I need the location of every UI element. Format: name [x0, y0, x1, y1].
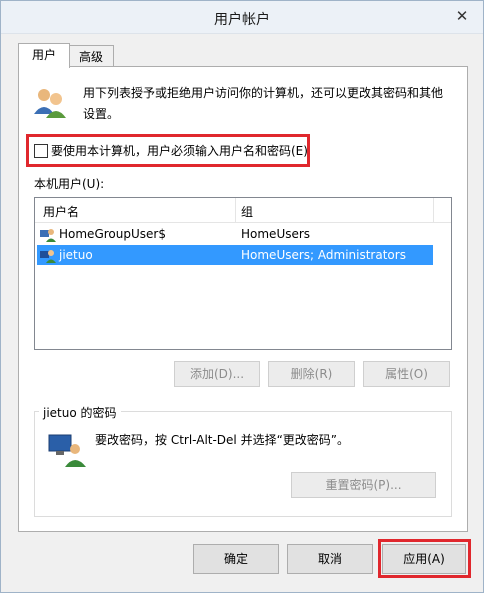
password-group-title: jietuo 的密码 [39, 404, 121, 421]
column-divider[interactable] [235, 198, 236, 222]
column-divider[interactable] [433, 198, 434, 222]
require-login-label[interactable]: 要使用本计算机，用户必须输入用户名和密码(E) [51, 142, 308, 159]
title-bar: 用户帐户 ✕ [1, 1, 483, 34]
reset-password-button[interactable]: 重置密码(P)... [291, 472, 436, 498]
local-users-label: 本机用户(U): [34, 177, 105, 191]
close-icon[interactable]: ✕ [449, 4, 475, 28]
row-username: HomeGroupUser$ [59, 227, 166, 241]
column-group[interactable]: 组 [241, 203, 253, 220]
password-instructions: 要改密码，按 Ctrl-Alt-Del 并选择“更改密码”。 [95, 433, 350, 447]
tab-advanced[interactable]: 高级 [68, 45, 114, 68]
password-groupbox [34, 411, 452, 517]
table-row[interactable]: HomeGroupUser$ HomeUsers [37, 224, 433, 244]
user-icon [40, 229, 56, 242]
tab-users-label: 用户 [31, 48, 56, 62]
tab-advanced-label: 高级 [78, 50, 103, 64]
user-icon [40, 250, 56, 263]
computer-user-icon [48, 434, 86, 467]
properties-button[interactable]: 属性(O) [363, 361, 450, 387]
list-header: 用户名 组 [35, 198, 451, 223]
row-group: HomeUsers; Administrators [241, 248, 406, 262]
users-group-icon [34, 89, 66, 118]
user-accounts-dialog: 用户帐户 ✕ 用户 高级 用下列表授予或拒绝用户访问你的计算机，还可以更改其密码… [0, 0, 484, 593]
remove-user-button[interactable]: 删除(R) [268, 361, 355, 387]
ok-button[interactable]: 确定 [193, 544, 279, 574]
cancel-button[interactable]: 取消 [287, 544, 373, 574]
local-users-list[interactable]: 用户名 组 HomeGroupUser$ HomeUsers jietuo Ho… [34, 197, 452, 350]
apply-button[interactable]: 应用(A) [382, 544, 466, 574]
table-row-selected[interactable]: jietuo HomeUsers; Administrators [37, 245, 433, 265]
tab-users[interactable]: 用户 [18, 43, 70, 68]
row-username: jietuo [59, 248, 93, 262]
window-title: 用户帐户 [214, 12, 270, 28]
add-user-button[interactable]: 添加(D)... [174, 361, 260, 387]
require-login-checkbox[interactable] [34, 144, 48, 158]
row-group: HomeUsers [241, 227, 311, 241]
column-username[interactable]: 用户名 [43, 203, 79, 220]
description-text: 用下列表授予或拒绝用户访问你的计算机，还可以更改其密码和其他设置。 [83, 86, 444, 121]
